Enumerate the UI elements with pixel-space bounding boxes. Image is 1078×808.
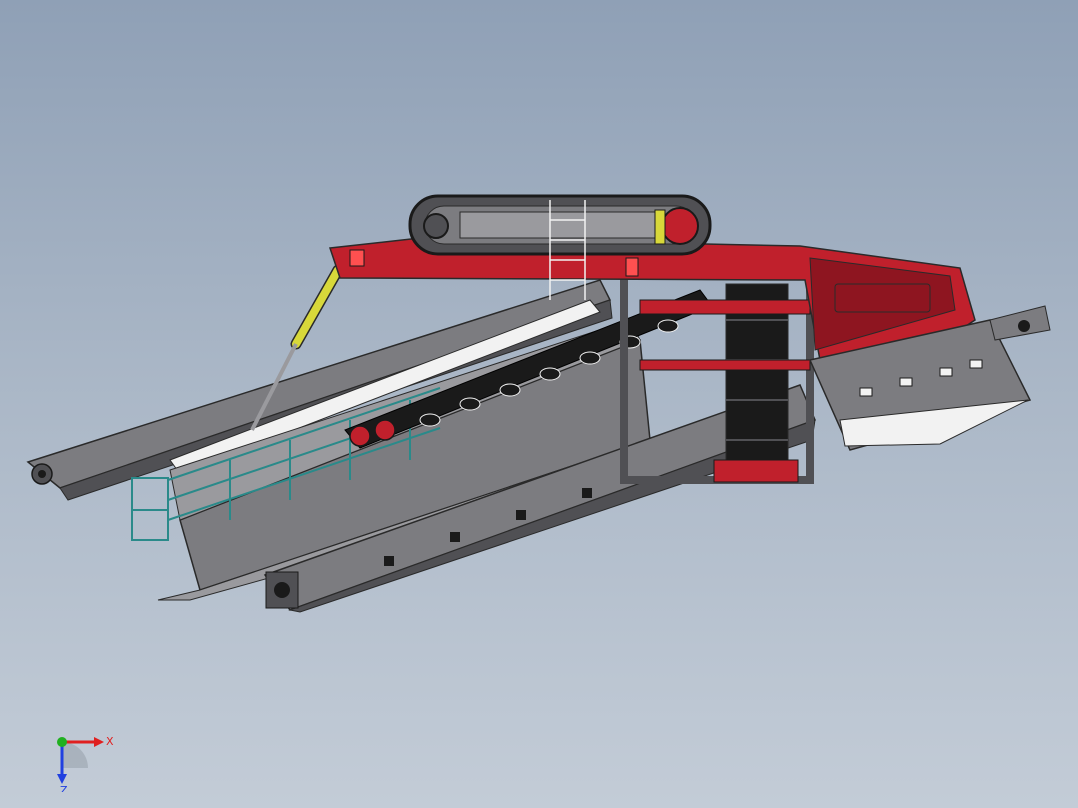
cad-viewport[interactable]: X Z (0, 0, 1078, 808)
x-axis-label: X (106, 735, 114, 748)
triad-plane-icon (62, 742, 88, 768)
y-axis-icon (57, 737, 67, 747)
red-marker-block (349, 249, 365, 267)
red-marker-block (625, 257, 639, 277)
crusher-plant-3d-model[interactable] (0, 0, 1078, 808)
coordinate-triad: X Z (40, 722, 130, 797)
z-axis-label: Z (60, 784, 68, 792)
upper-crawler-track[interactable] (408, 194, 712, 256)
